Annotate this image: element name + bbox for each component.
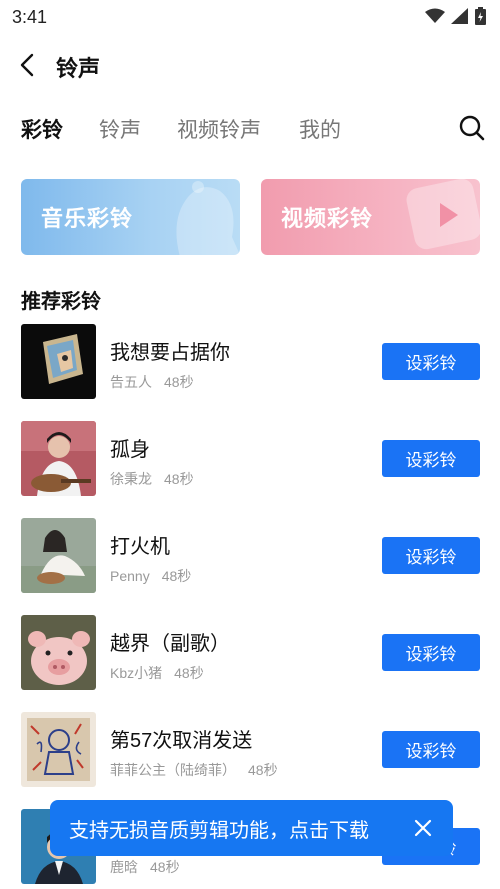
song-artist: 徐秉龙 — [110, 471, 152, 487]
song-meta: Kbz小猪 48秒 — [110, 663, 204, 683]
song-meta: 鹿晗 48秒 — [110, 857, 180, 877]
music-caling-banner[interactable]: 音乐彩铃 — [21, 179, 240, 255]
back-arrow-icon — [20, 53, 34, 77]
song-meta: 徐秉龙 48秒 — [110, 469, 194, 489]
status-bar: 3:41 — [0, 0, 500, 34]
close-icon — [414, 819, 432, 837]
tab-mine[interactable]: 我的 — [299, 114, 341, 144]
download-toast[interactable]: 支持无损音质剪辑功能，点击下载 — [50, 800, 453, 856]
song-cover — [21, 712, 96, 787]
bell-icon — [176, 181, 240, 255]
tab-ringtone[interactable]: 铃声 — [99, 114, 141, 144]
song-duration: 48秒 — [161, 568, 192, 584]
song-cover — [21, 518, 96, 593]
song-title: 我想要占据你 — [110, 342, 230, 364]
song-duration: 48秒 — [174, 665, 204, 681]
song-duration: 48秒 — [164, 471, 194, 487]
set-caling-button[interactable]: 设彩铃 — [382, 634, 480, 671]
section-title: 推荐彩铃 — [21, 291, 101, 313]
song-cover — [21, 324, 96, 399]
song-artist: 鹿晗 — [110, 859, 138, 875]
song-artist: Kbz小猪 — [110, 665, 163, 681]
tab-bar: 彩铃 铃声 视频铃声 我的 — [0, 108, 500, 148]
song-meta: Penny 48秒 — [110, 566, 191, 586]
status-time: 3:41 — [12, 7, 48, 27]
song-title: 第57次取消发送 — [110, 730, 253, 752]
signal-icon — [451, 8, 468, 24]
back-button[interactable] — [10, 48, 44, 82]
song-artist: Penny — [110, 568, 150, 584]
set-caling-button[interactable]: 设彩铃 — [382, 440, 480, 477]
search-icon — [459, 115, 485, 141]
song-title: 打火机 — [110, 536, 170, 558]
header: 铃声 — [0, 44, 500, 86]
song-title: 越界（副歌） — [110, 633, 230, 655]
list-item[interactable]: 打火机 Penny 48秒 设彩铃 — [0, 518, 500, 594]
wifi-icon — [425, 8, 445, 23]
list-item[interactable]: 越界（副歌） Kbz小猪 48秒 设彩铃 — [0, 615, 500, 691]
set-caling-button[interactable]: 设彩铃 — [382, 343, 480, 380]
toast-close-button[interactable] — [413, 818, 433, 838]
video-caling-label: 视频彩铃 — [281, 206, 374, 231]
toast-text: 支持无损音质剪辑功能，点击下载 — [69, 819, 369, 842]
set-caling-button[interactable]: 设彩铃 — [382, 537, 480, 574]
status-icons — [425, 7, 486, 25]
song-artist: 告五人 — [110, 374, 152, 390]
song-cover — [21, 421, 96, 496]
music-caling-label: 音乐彩铃 — [41, 206, 134, 231]
video-caling-banner[interactable]: 视频彩铃 — [261, 179, 480, 255]
song-artist: 菲菲公主（陆绮菲） — [110, 762, 236, 778]
list-item[interactable]: 第57次取消发送 菲菲公主（陆绮菲） 48秒 设彩铃 — [0, 712, 500, 788]
song-duration: 48秒 — [150, 859, 180, 875]
song-duration: 48秒 — [164, 374, 194, 390]
song-title: 孤身 — [110, 439, 150, 461]
song-cover — [21, 615, 96, 690]
song-meta: 菲菲公主（陆绮菲） 48秒 — [110, 760, 278, 780]
song-duration: 48秒 — [248, 762, 278, 778]
song-meta: 告五人 48秒 — [110, 372, 194, 392]
play-icon — [406, 179, 480, 250]
list-item[interactable]: 孤身 徐秉龙 48秒 设彩铃 — [0, 421, 500, 497]
list-item[interactable]: 我想要占据你 告五人 48秒 设彩铃 — [0, 324, 500, 400]
search-button[interactable] — [458, 114, 486, 142]
battery-icon — [475, 7, 486, 25]
tab-caling[interactable]: 彩铃 — [21, 114, 63, 144]
tab-video-ringtone[interactable]: 视频铃声 — [177, 114, 261, 144]
set-caling-button[interactable]: 设彩铃 — [382, 731, 480, 768]
page-title: 铃声 — [56, 56, 101, 81]
